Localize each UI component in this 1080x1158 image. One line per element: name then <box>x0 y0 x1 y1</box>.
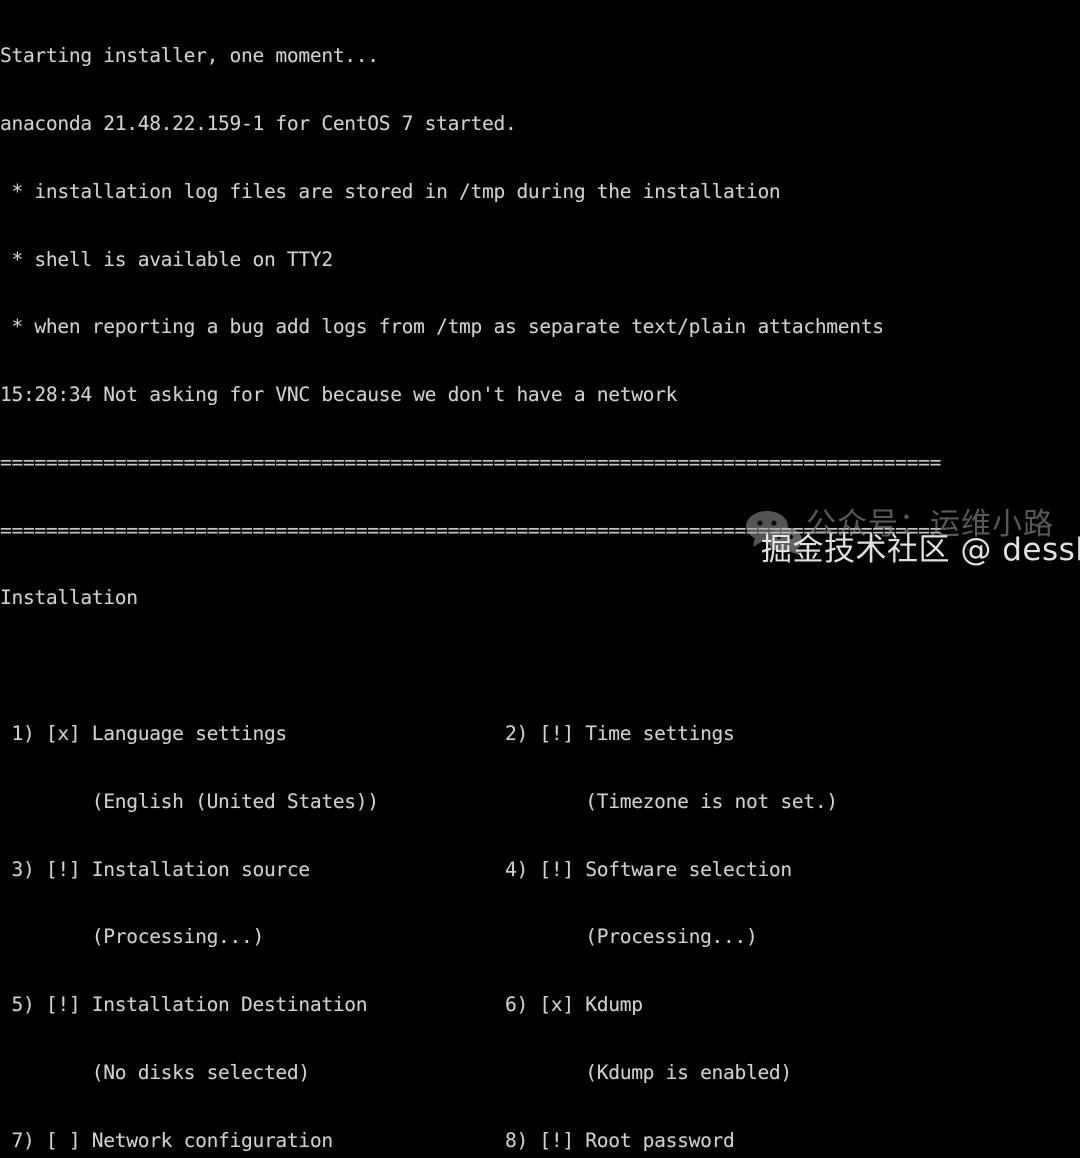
menu-row[interactable]: 1) [x] Language settings 2) [!] Time set… <box>0 722 1080 746</box>
page-title: Installation <box>0 586 138 610</box>
menu-detail-row: (English (United States)) (Timezone is n… <box>0 789 838 813</box>
terminal-console[interactable]: Starting installer, one moment... anacon… <box>0 0 1080 1151</box>
menu-detail-row: (Processing...) (Processing...) <box>0 925 758 949</box>
separator-rule: ========================================… <box>0 450 942 474</box>
boot-message-line: 15:28:34 Not asking for VNC because we d… <box>0 383 678 407</box>
boot-message-line: anaconda 21.48.22.159-1 for CentOS 7 sta… <box>0 111 517 135</box>
menu-row[interactable]: 7) [ ] Network configuration 8) [!] Root… <box>0 1129 1080 1153</box>
menu-row[interactable]: 3) [!] Installation source 4) [!] Softwa… <box>0 858 1080 882</box>
menu-detail-row: (No disks selected) (Kdump is enabled) <box>0 1060 792 1084</box>
boot-message-line: * when reporting a bug add logs from /tm… <box>0 315 884 339</box>
boot-message-line: * installation log files are stored in /… <box>0 179 781 203</box>
separator-rule: ========================================… <box>0 518 942 542</box>
boot-message-line: Starting installer, one moment... <box>0 44 379 68</box>
boot-message-line: * shell is available on TTY2 <box>0 247 333 271</box>
menu-row[interactable]: 5) [!] Installation Destination 6) [x] K… <box>0 994 1080 1017</box>
